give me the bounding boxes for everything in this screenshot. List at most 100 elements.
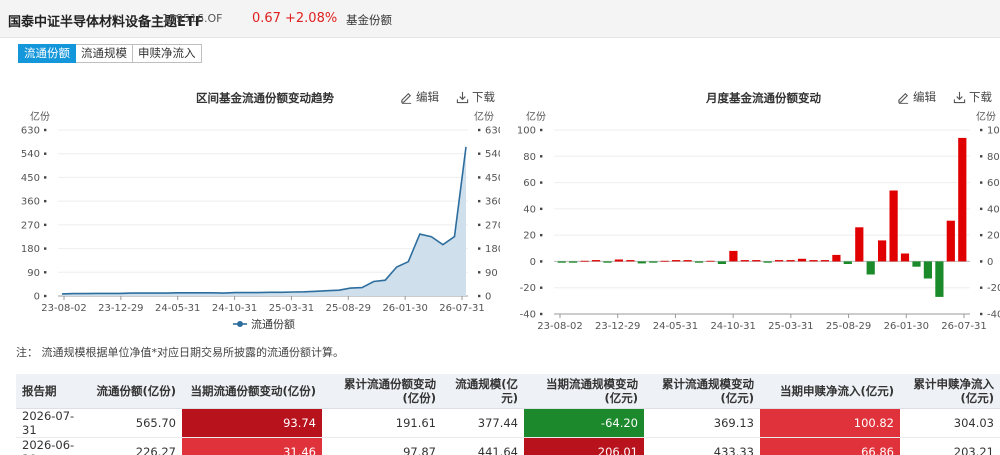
y-tick-label-right: 100 (987, 126, 1000, 137)
y-tick-label-right: 0 (987, 257, 993, 268)
bar (717, 261, 726, 264)
edit-icon (898, 92, 909, 104)
bar (740, 260, 749, 262)
y-tick-label-left: 40 (523, 204, 536, 215)
y-tick-label-left: 180 (21, 244, 40, 255)
table-header-cell[interactable]: 累计流通规模变动(亿元) (644, 374, 760, 409)
table-header-cell[interactable]: 累计申赎净流入(亿元) (900, 374, 1000, 409)
x-tick-label: 23-08-02 (537, 321, 582, 332)
y-tick-mark-right (980, 312, 983, 316)
section-title: 基金份额 (346, 13, 392, 27)
bar (603, 261, 612, 263)
bar (889, 190, 898, 262)
y-tick-mark-right (478, 152, 481, 155)
left-edit-button[interactable]: 编辑 (400, 89, 439, 105)
bar (843, 261, 852, 264)
legend-marker (237, 321, 243, 327)
y-tick-label-left: 450 (21, 173, 40, 184)
fund-header: 国泰中证半导体材料设备主题ETF 159516.OF 0.67 +2.08% 基… (0, 0, 1000, 38)
bar (923, 261, 932, 279)
y-tick-mark-left (540, 233, 543, 237)
bar (935, 261, 944, 297)
bar (855, 227, 864, 262)
tab-circulating-shares[interactable]: 流通份额 (18, 44, 76, 63)
table-header-cell[interactable]: 流通规模(亿元) (442, 374, 524, 409)
left-download-button[interactable]: 下载 (456, 89, 495, 105)
y-unit-left: 亿份 (526, 110, 546, 123)
y-tick-label-right: -40 (987, 310, 1000, 321)
y-tick-mark-right (478, 176, 481, 179)
table-cell: 441.64 (442, 437, 524, 455)
table-cell: 97.87 (322, 437, 442, 455)
x-tick-label: 23-12-29 (595, 321, 640, 332)
table-header-cell[interactable]: 报告期 (16, 374, 86, 409)
fund-change: +2.08% (285, 11, 338, 26)
x-tick-label: 25-08-29 (826, 321, 871, 332)
x-tick-label: 25-03-31 (269, 303, 314, 314)
y-tick-label-right: 180 (485, 244, 500, 255)
y-tick-mark-left (540, 128, 543, 132)
bar (786, 260, 795, 262)
table-header-cell[interactable]: 累计流通份额变动(亿份) (322, 374, 442, 409)
download-label: 下载 (472, 90, 495, 104)
bar (660, 260, 669, 262)
y-tick-label-right: 90 (485, 268, 498, 279)
y-tick-mark-left (540, 155, 543, 158)
download-icon (456, 91, 469, 103)
bar (569, 261, 578, 263)
tab-net-inflow[interactable]: 申赎净流入 (133, 44, 202, 63)
table-cell: 226.27 (86, 437, 182, 455)
edit-icon (401, 92, 412, 104)
legend-label: 流通份额 (251, 317, 295, 331)
edit-label: 编辑 (913, 90, 936, 104)
table-row: 2026-06-30226.2731.4697.87441.64206.0143… (16, 437, 1000, 455)
y-tick-label-right: 80 (987, 152, 1000, 163)
y-tick-label-left: 0 (34, 292, 40, 303)
data-table: 报告期 流通份额(亿份) 当期流通份额变动(亿份) 累计流通份额变动(亿份) 流通规模(… (16, 374, 1000, 455)
table-cell: 206.01 (524, 437, 644, 455)
table-cell: -64.20 (524, 408, 644, 438)
table-cell: 191.61 (322, 408, 442, 438)
tab-circulating-scale[interactable]: 流通规模 (76, 44, 133, 63)
y-tick-mark-left (540, 207, 543, 211)
y-tick-label-left: -40 (520, 310, 536, 321)
x-tick-label: 24-10-31 (212, 303, 257, 314)
footnote: 注： 流通规模根据单位净值*对应日期交易所披露的流通份额计算。 (16, 346, 344, 359)
table-header-cell[interactable]: 当期流通份额变动(亿份) (182, 374, 322, 409)
bar (626, 260, 635, 262)
table-cell: 31.46 (182, 437, 322, 455)
x-tick-label: 23-12-29 (98, 303, 143, 314)
y-tick-mark-left (540, 181, 543, 184)
table-header-cell[interactable]: 当期流通规模变动(亿元) (524, 374, 644, 409)
y-tick-label-left: 540 (21, 149, 40, 160)
right-download-button[interactable]: 下载 (953, 89, 992, 105)
bar (958, 137, 967, 262)
bar (946, 220, 955, 262)
y-tick-mark-left (44, 223, 47, 227)
y-tick-mark-right (478, 294, 481, 298)
y-tick-mark-left (44, 247, 47, 250)
table-cell: 93.74 (182, 408, 322, 438)
x-tick-label: 26-01-30 (884, 321, 929, 332)
y-tick-label-left: 100 (517, 126, 536, 137)
table-cell: 565.70 (86, 408, 182, 438)
y-tick-mark-right (980, 207, 983, 211)
right-chart-title: 月度基金流通份额变动 (706, 91, 821, 105)
x-tick-label: 26-07-31 (439, 303, 484, 314)
table-header-cell[interactable]: 流通份额(亿份) (86, 374, 182, 409)
x-tick-label: 26-07-31 (941, 321, 986, 332)
y-tick-mark-left (44, 152, 47, 155)
bar (900, 253, 910, 262)
series-area (62, 146, 466, 296)
y-unit-right: 亿份 (474, 110, 494, 123)
bar (557, 261, 566, 263)
right-edit-button[interactable]: 编辑 (897, 89, 936, 105)
y-tick-mark-right (980, 128, 983, 132)
y-tick-label-left: 60 (523, 178, 536, 189)
bar (580, 260, 589, 262)
table-header-row: 报告期 流通份额(亿份) 当期流通份额变动(亿份) 累计流通份额变动(亿份) 流通规模(… (16, 374, 1000, 409)
tab-bar: 流通份额 流通规模 申赎净流入 (18, 44, 202, 63)
table-cell: 100.82 (760, 408, 900, 438)
bar (706, 260, 715, 262)
table-header-cell[interactable]: 当期申赎净流入(亿元) (760, 374, 900, 409)
